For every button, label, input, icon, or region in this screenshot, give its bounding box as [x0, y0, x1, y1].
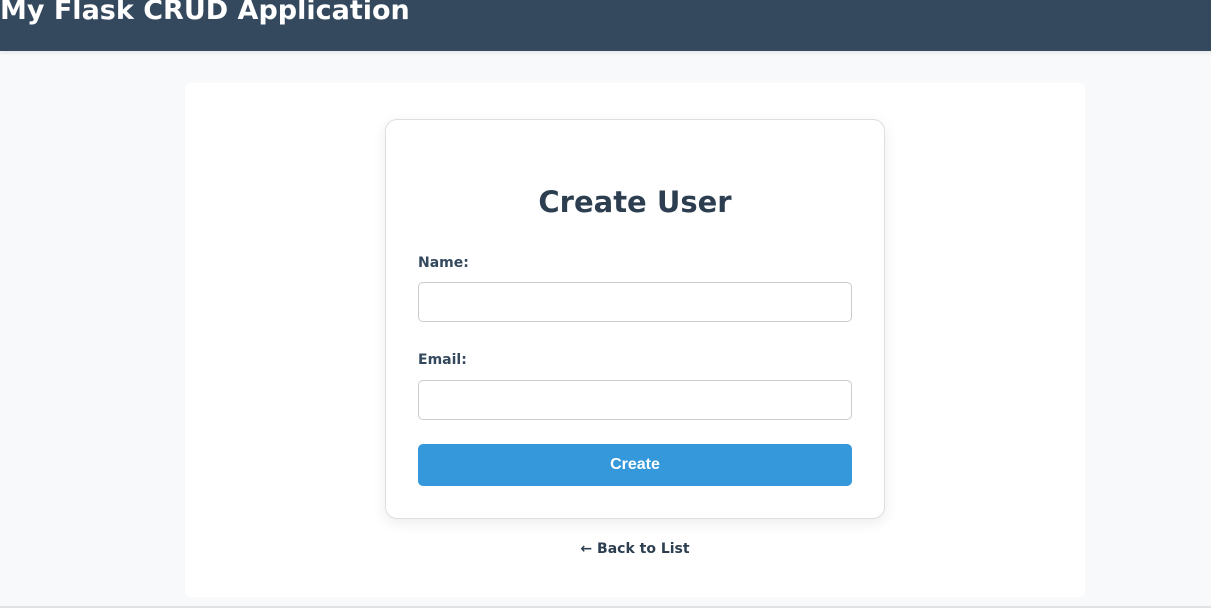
- email-input[interactable]: [418, 380, 852, 420]
- create-user-form: Create User Name: Email: Create: [385, 119, 885, 519]
- name-input[interactable]: [418, 282, 852, 322]
- name-label: Name:: [418, 255, 469, 271]
- email-label: Email:: [418, 352, 467, 368]
- create-button[interactable]: Create: [418, 444, 852, 486]
- main-container: Create User Name: Email: Create ← Back t…: [185, 83, 1085, 597]
- app-title: My Flask CRUD Application: [0, 0, 410, 26]
- page-title: Create User: [538, 185, 732, 219]
- back-to-list-link[interactable]: ← Back to List: [185, 539, 1085, 559]
- app-header: My Flask CRUD Application: [0, 0, 1211, 51]
